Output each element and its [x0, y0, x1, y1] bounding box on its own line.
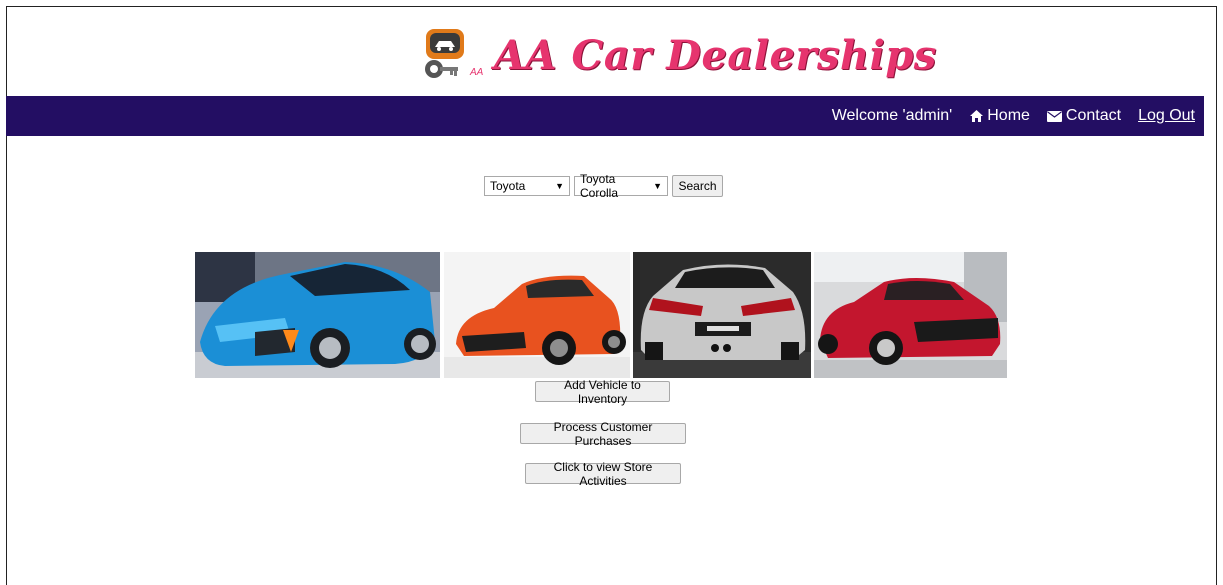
search-button[interactable]: Search [672, 175, 723, 197]
envelope-icon [1046, 110, 1062, 122]
process-purchases-button[interactable]: Process Customer Purchases [520, 420, 686, 448]
nav-contact-link[interactable]: Contact [1046, 107, 1122, 125]
navbar: Welcome 'admin' Home Contact Log Out [6, 96, 1204, 136]
model-select[interactable]: Toyota Corolla ▼ [574, 172, 668, 200]
chevron-down-icon: ▼ [653, 181, 662, 191]
make-select[interactable]: Toyota ▼ [484, 176, 570, 196]
nav-links: Welcome 'admin' Home Contact Log Out [832, 96, 1195, 136]
car-image-blue-concept [195, 252, 440, 378]
nav-home-label: Home [987, 107, 1030, 124]
car-key-logo-icon: AA [418, 23, 484, 87]
site-title: AA Car Dealerships [494, 31, 937, 79]
nav-home-link[interactable]: Home [970, 107, 1030, 125]
logo-mark-text: AA [469, 67, 484, 78]
model-select-value: Toyota Corolla [580, 172, 619, 200]
view-store-activities-button[interactable]: Click to view Store Activities [525, 460, 681, 488]
car-image-silver-civic [633, 252, 811, 378]
add-vehicle-button[interactable]: Add Vehicle to Inventory [535, 378, 670, 406]
car-image-orange-corolla [444, 252, 630, 378]
nav-contact-label: Contact [1065, 107, 1122, 124]
search-form: Toyota ▼ Toyota Corolla ▼ Search [484, 172, 723, 200]
welcome-text: Welcome 'admin' [831, 107, 953, 124]
home-icon [970, 110, 984, 122]
site-logo[interactable]: AA AA Car Dealerships [418, 22, 937, 88]
make-select-value: Toyota [490, 179, 526, 193]
logout-link[interactable]: Log Out [1138, 107, 1195, 125]
car-image-red-accord [814, 252, 1007, 378]
chevron-down-icon: ▼ [555, 181, 564, 191]
